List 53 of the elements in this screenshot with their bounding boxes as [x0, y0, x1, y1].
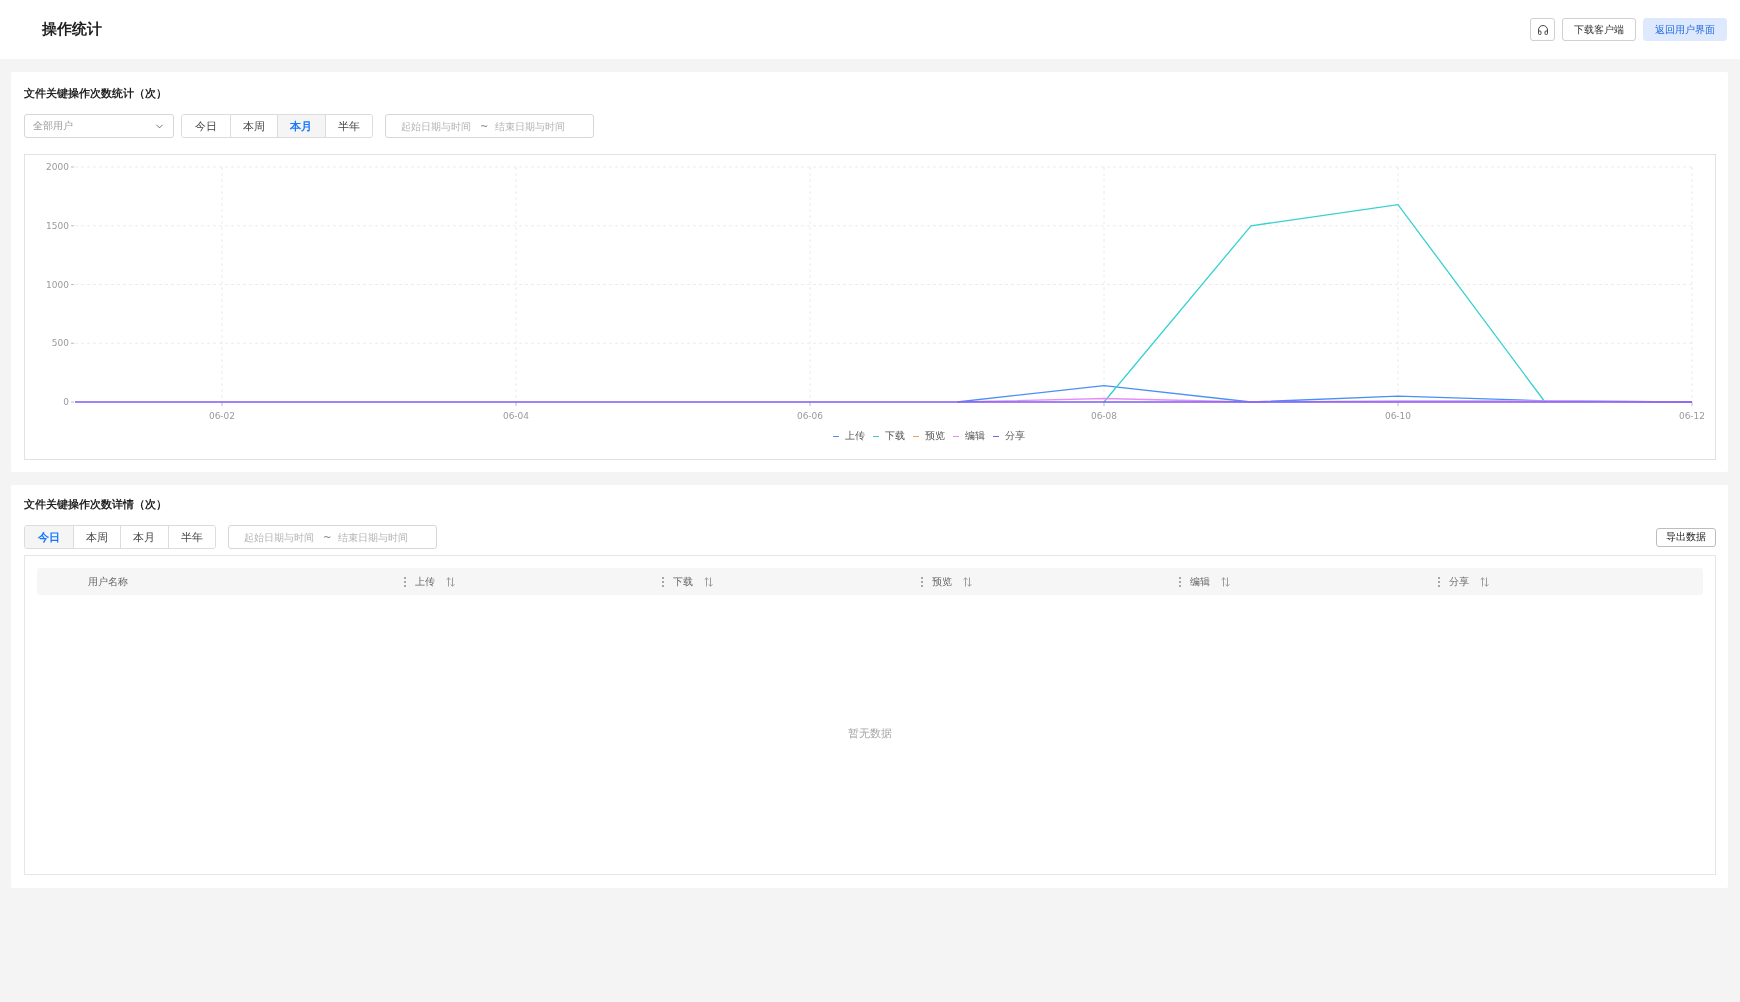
legend-item[interactable]: 预览	[913, 429, 945, 443]
grip-icon[interactable]	[403, 576, 406, 587]
header-button[interactable]: 下载客户端	[1562, 18, 1636, 41]
axis-label: 06-02	[208, 411, 236, 421]
axis-label: 0	[63, 397, 69, 407]
sort-icon[interactable]	[1479, 576, 1489, 587]
axis-label: 06-10	[1384, 411, 1412, 421]
start-date-input[interactable]: 起始日期与时间	[401, 120, 473, 132]
headset-icon	[1536, 23, 1549, 36]
axis-label: 06-12	[1678, 411, 1706, 421]
legend-item[interactable]: 上传	[833, 429, 865, 443]
grip-icon[interactable]	[662, 576, 665, 587]
column-header: 编辑	[1190, 574, 1211, 589]
column-header: 预览	[931, 574, 952, 589]
axis-label: 500	[51, 338, 69, 349]
grip-icon[interactable]	[1437, 576, 1440, 587]
axis-label: 06-04	[502, 411, 530, 421]
sort-icon[interactable]	[704, 576, 714, 587]
end-date-input[interactable]: 结束日期与时间	[495, 120, 568, 132]
range-separator: ~	[480, 120, 489, 132]
section-title: 文件关键操作次数详情（次）	[24, 497, 167, 511]
column-header: 用户名称	[88, 574, 128, 589]
legend-item[interactable]: 分享	[993, 429, 1025, 443]
date-range-picker[interactable]: 起始日期与时间 ~ 结束日期与时间	[228, 525, 437, 549]
period-tab[interactable]: 本月	[277, 115, 325, 137]
date-range-picker[interactable]: 起始日期与时间 ~ 结束日期与时间	[385, 114, 594, 138]
sort-icon[interactable]	[445, 576, 455, 587]
grip-icon[interactable]	[1179, 576, 1182, 587]
support-button[interactable]	[1530, 18, 1555, 41]
empty-state-text: 暂无数据	[848, 726, 892, 741]
end-date-input[interactable]: 结束日期与时间	[338, 531, 411, 543]
column-header: 下载	[673, 574, 694, 589]
period-tab[interactable]: 今日	[25, 526, 73, 548]
axis-label: 06-08	[1090, 411, 1118, 421]
axis-label: 2000	[46, 162, 69, 172]
legend-item[interactable]: 下载	[873, 429, 905, 443]
section-title: 文件关键操作次数统计（次）	[24, 86, 167, 100]
legend-item[interactable]: 编辑	[953, 429, 985, 443]
axis-label: 06-06	[796, 411, 824, 421]
start-date-input[interactable]: 起始日期与时间	[244, 531, 316, 543]
column-header: 上传	[414, 574, 435, 589]
range-separator: ~	[323, 531, 332, 543]
period-tab[interactable]: 半年	[324, 115, 372, 137]
sort-icon[interactable]	[962, 576, 972, 587]
sort-icon[interactable]	[1221, 576, 1231, 587]
axis-label: 1000	[46, 279, 69, 290]
export-button[interactable]: 导出数据	[1656, 527, 1716, 547]
column-header: 分享	[1448, 574, 1469, 589]
period-tab[interactable]: 半年	[167, 526, 215, 548]
page-title: 操作统计	[42, 20, 102, 39]
axis-label: 1500	[46, 220, 69, 231]
grip-icon[interactable]	[920, 576, 923, 587]
primary-button[interactable]: 返回用户界面	[1643, 18, 1727, 41]
